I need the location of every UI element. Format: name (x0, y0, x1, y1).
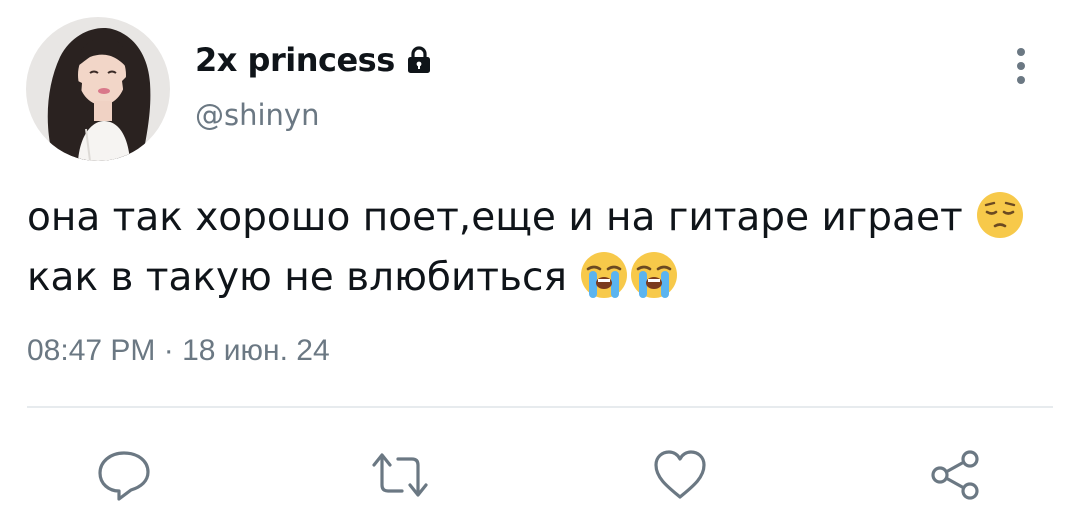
heart-icon (654, 450, 706, 499)
reply-button[interactable] (94, 445, 154, 505)
tweet-text-part1: она так хорошо поет,еще и на гитаре игра… (27, 195, 976, 240)
divider (27, 406, 1053, 408)
lock-icon (403, 44, 435, 76)
reply-icon (98, 451, 150, 501)
user-handle[interactable]: @shinyn (195, 98, 319, 132)
display-name[interactable]: 2x princess (195, 41, 395, 79)
tweet-text: она так хорошо поет,еще и на гитаре игра… (27, 188, 1027, 308)
avatar[interactable] (26, 17, 170, 161)
retweet-icon (372, 453, 428, 497)
retweet-button[interactable] (370, 445, 430, 505)
tweet-text-part2: как в такую не влюбиться (27, 255, 580, 300)
share-icon (931, 450, 979, 500)
display-name-row: 2x princess (195, 38, 435, 82)
loudly-crying-face-emoji (629, 250, 679, 300)
avatar-image (26, 17, 170, 161)
more-options-icon[interactable] (1005, 44, 1037, 88)
loudly-crying-face-emoji (579, 250, 629, 300)
share-button[interactable] (926, 445, 986, 505)
tweet-timestamp[interactable]: 08:47 PM · 18 июн. 24 (27, 334, 330, 368)
like-button[interactable] (650, 445, 710, 505)
pensive-face-emoji (975, 190, 1025, 240)
